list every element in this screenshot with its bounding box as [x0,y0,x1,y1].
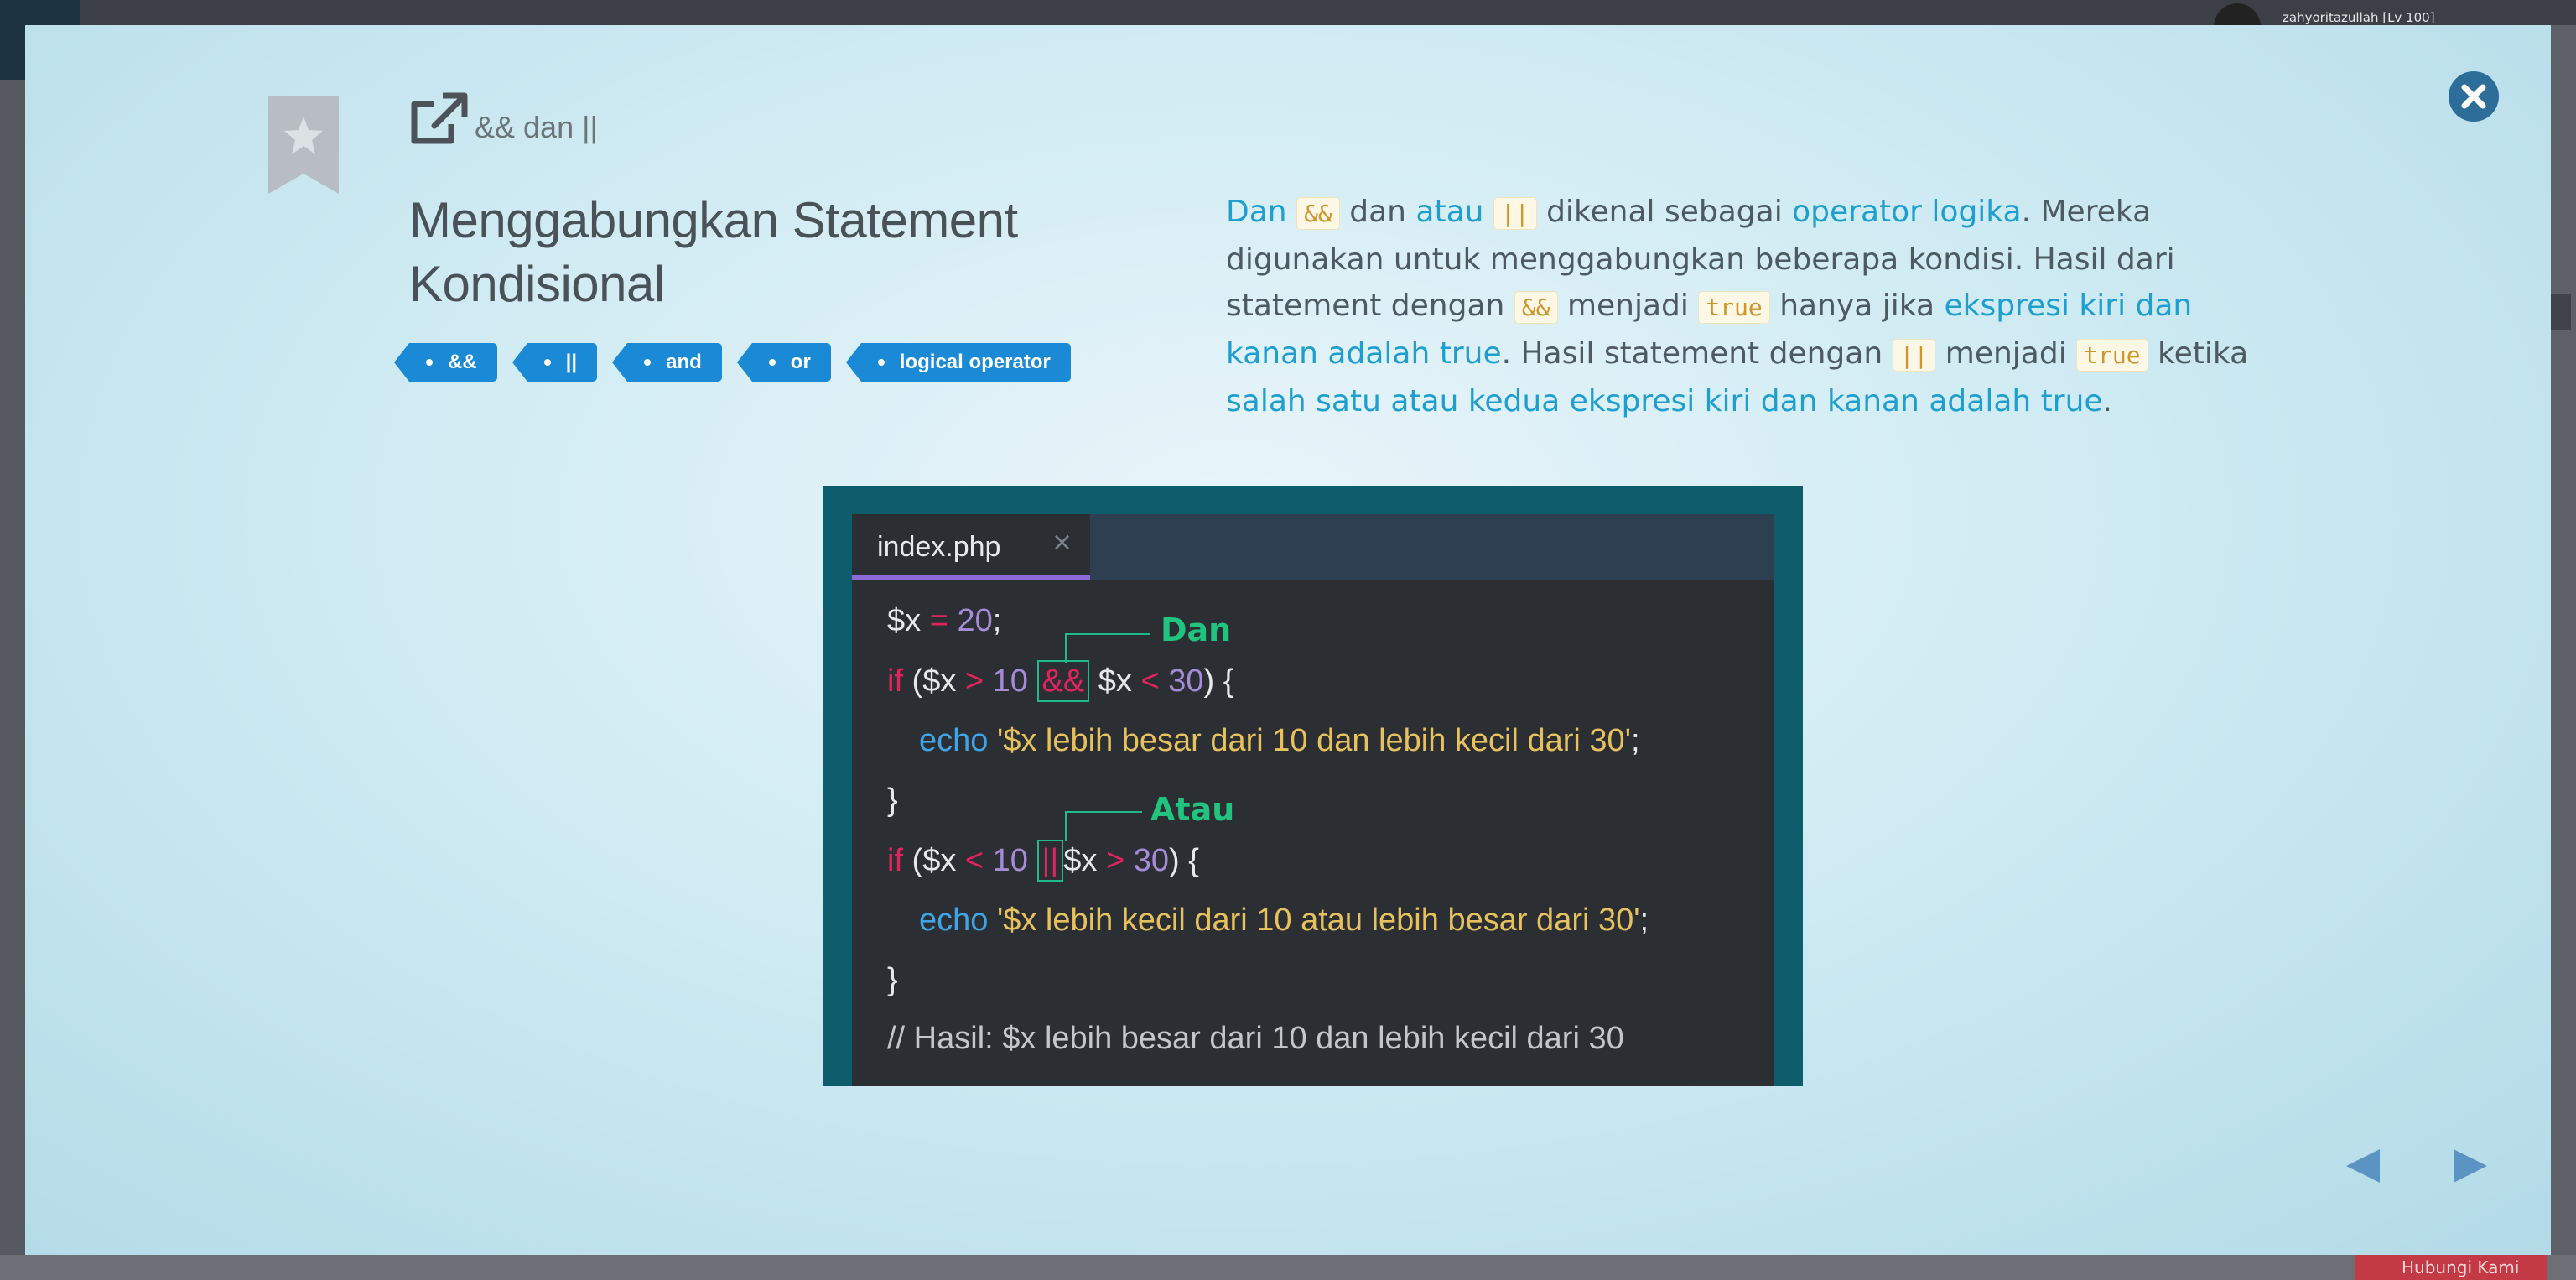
code-illustration: index.php × $x = 20; if ($x > 10 && $x <… [823,486,1803,1086]
code-line-6: echo '$x lebih kecil dari 10 atau lebih … [919,903,1649,938]
tag-or-symbol[interactable]: || [512,343,598,382]
tag-logical-operator[interactable]: logical operator [845,343,1071,382]
next-button[interactable] [2444,1141,2494,1191]
code-editor: index.php × $x = 20; if ($x > 10 && $x <… [852,514,1774,1086]
lesson-header: && dan || [409,91,598,149]
tag-dot [644,359,652,366]
code-line-8: // Hasil: $x lebih besar dari 10 dan leb… [887,1021,1624,1056]
scrollbar-thumb[interactable] [2551,294,2571,330]
code-line-2: if ($x > 10 && $x < 30) { [887,660,1233,702]
lesson-title: Menggabungkan Statement Kondisional [409,192,1018,312]
tag-and-symbol[interactable]: && [394,343,497,382]
contact-us-button[interactable]: Hubungi Kami [2355,1255,2547,1280]
close-button[interactable] [2449,71,2499,122]
lesson-description: Dan && dan atau || dikenal sebagai opera… [1226,195,2249,419]
code-line-4: } [887,783,898,818]
tag-dot [877,359,885,366]
username-label[interactable]: zahyoritazullah [Lv 100] [2283,10,2435,25]
external-link-icon[interactable] [409,92,470,148]
editor-tab: index.php × [852,514,1090,580]
code-line-7: } [887,962,898,997]
tag-dot [543,359,551,366]
bookmark-star-icon[interactable] [268,96,339,194]
code-line-3: echo '$x lebih besar dari 10 dan lebih k… [919,723,1640,758]
annotation-connector-and [1065,633,1150,663]
code-line-5: if ($x < 10 || $x > 30) { [887,840,1199,882]
editor-tab-close-icon: × [1052,528,1073,557]
editor-tab-name: index.php [877,531,1001,563]
close-icon [2461,84,2486,109]
previous-button[interactable] [2340,1141,2390,1191]
tag-list: && || and or logical operator [394,343,1071,382]
lesson-modal: && dan || Menggabungkan Statement Kondis… [25,25,2551,1255]
backdrop-topbar [0,0,2576,25]
code-line-1: $x = 20; [887,603,1002,638]
annotation-and: Dan [1161,611,1232,648]
tag-and[interactable]: and [612,343,722,382]
tag-dot [426,359,433,366]
tag-dot [768,359,776,366]
lesson-subtitle: && dan || [475,110,598,144]
backdrop-bottombar [0,1255,2576,1280]
annotation-connector-or [1065,811,1142,841]
tag-or[interactable]: or [736,343,831,382]
editor-tabbar: index.php × [852,514,1774,580]
annotation-or: Atau [1150,791,1235,828]
